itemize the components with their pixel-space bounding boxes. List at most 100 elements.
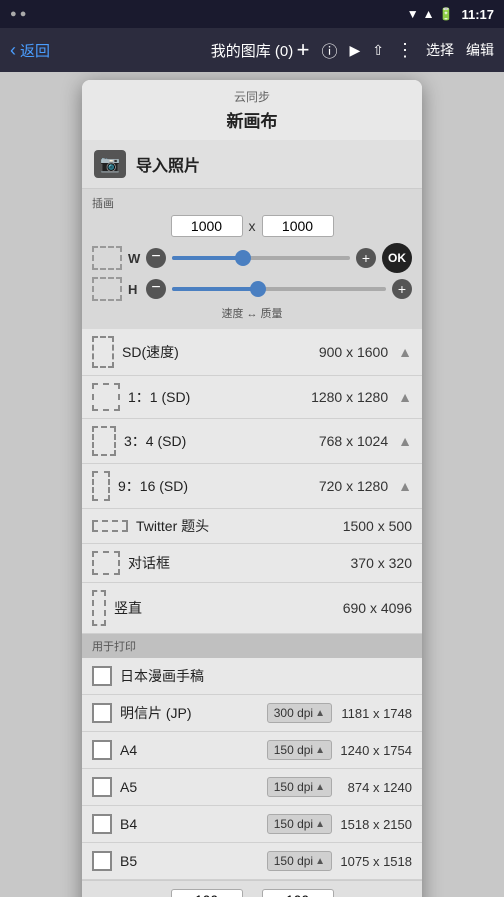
postcard-size: 1181 x 1748 bbox=[340, 706, 412, 721]
b4-checkbox[interactable] bbox=[92, 814, 112, 834]
h-label: H bbox=[128, 282, 140, 297]
list-item[interactable]: 3：4 (SD) 768 x 1024 ▲ bbox=[82, 419, 422, 464]
postcard-dpi-arrow: ▲ bbox=[315, 708, 325, 719]
preset-thumb-1x1 bbox=[92, 383, 120, 411]
h-slider-track[interactable] bbox=[172, 287, 386, 291]
status-left: ● ● bbox=[10, 8, 26, 20]
dialog-header: 云同步 新画布 bbox=[82, 80, 422, 140]
wifi-icon: ▼ bbox=[407, 7, 419, 21]
preset-size-vertical: 690 x 4096 bbox=[343, 600, 412, 616]
a5-checkbox[interactable] bbox=[92, 777, 112, 797]
a4-size: 1240 x 1754 bbox=[340, 743, 412, 758]
bottom-height-input[interactable] bbox=[262, 889, 334, 897]
a5-dpi-arrow: ▲ bbox=[315, 782, 325, 793]
b4-name: B4 bbox=[120, 816, 259, 832]
ok-button-1[interactable]: OK bbox=[382, 243, 412, 273]
bottom-size-row: x bbox=[92, 889, 412, 897]
w-plus-button[interactable]: + bbox=[356, 248, 376, 268]
b5-dpi-value: 150 dpi bbox=[274, 854, 313, 868]
list-item[interactable]: 对话框 370 x 320 bbox=[82, 544, 422, 583]
preset-arrow-1x1: ▲ bbox=[398, 389, 412, 405]
width-input[interactable] bbox=[171, 215, 243, 237]
edit-button[interactable]: 编辑 bbox=[466, 40, 494, 60]
share-button[interactable]: ⇧ bbox=[372, 42, 384, 59]
manga-checkbox[interactable] bbox=[92, 666, 112, 686]
list-item[interactable]: A5 150 dpi ▲ 874 x 1240 bbox=[82, 769, 422, 806]
preset-thumb-vertical bbox=[92, 590, 106, 626]
size-inputs-row: x bbox=[92, 215, 412, 237]
a4-dpi-value: 150 dpi bbox=[274, 743, 313, 757]
main-content: 云同步 新画布 📷 导入照片 插画 x W − bbox=[0, 72, 504, 897]
a5-dpi-button[interactable]: 150 dpi ▲ bbox=[267, 777, 332, 797]
h-thumb-preview bbox=[92, 277, 122, 301]
preset-arrow-9x16: ▲ bbox=[398, 478, 412, 494]
back-button[interactable]: ‹ 返回 bbox=[10, 40, 50, 61]
list-item[interactable]: 1：1 (SD) 1280 x 1280 ▲ bbox=[82, 376, 422, 419]
list-item[interactable]: B4 150 dpi ▲ 1518 x 2150 bbox=[82, 806, 422, 843]
b5-checkbox[interactable] bbox=[92, 851, 112, 871]
dialog-title: 新画布 bbox=[94, 107, 410, 132]
w-thumb-preview bbox=[92, 246, 122, 270]
back-label[interactable]: 返回 bbox=[20, 40, 50, 61]
postcard-name: 明信片 (JP) bbox=[120, 703, 259, 723]
b5-name: B5 bbox=[120, 853, 259, 869]
more-button[interactable]: ⋮ bbox=[396, 40, 414, 61]
preset-arrow-3x4: ▲ bbox=[398, 433, 412, 449]
preset-name-sd: SD(速度) bbox=[122, 342, 311, 362]
b5-size: 1075 x 1518 bbox=[340, 854, 412, 869]
preset-size-1x1: 1280 x 1280 bbox=[311, 389, 388, 405]
a4-checkbox[interactable] bbox=[92, 740, 112, 760]
h-minus-button[interactable]: − bbox=[146, 279, 166, 299]
back-chevron-icon: ‹ bbox=[10, 40, 16, 61]
preset-arrow-sd: ▲ bbox=[398, 344, 412, 360]
sync-label: 云同步 bbox=[94, 88, 410, 105]
preset-size-3x4: 768 x 1024 bbox=[319, 433, 388, 449]
preset-thumb-twitter bbox=[92, 520, 128, 532]
list-item[interactable]: 明信片 (JP) 300 dpi ▲ 1181 x 1748 bbox=[82, 695, 422, 732]
list-item[interactable]: B5 150 dpi ▲ 1075 x 1518 bbox=[82, 843, 422, 880]
preset-size-9x16: 720 x 1280 bbox=[319, 478, 388, 494]
w-slider-row: W − + OK bbox=[92, 243, 412, 273]
list-item[interactable]: 竖直 690 x 4096 bbox=[82, 583, 422, 634]
print-section-label: 用于打印 bbox=[92, 641, 136, 653]
new-canvas-dialog: 云同步 新画布 📷 导入照片 插画 x W − bbox=[82, 80, 422, 897]
w-minus-button[interactable]: − bbox=[146, 248, 166, 268]
nav-actions: + ⓘ ▶ ⇧ ⋮ 选择 编辑 bbox=[297, 37, 494, 63]
list-item[interactable]: Twitter 题头 1500 x 500 bbox=[82, 509, 422, 544]
b5-dpi-button[interactable]: 150 dpi ▲ bbox=[267, 851, 332, 871]
speed-quality-label: 速度 ↔ 质量 bbox=[92, 305, 412, 321]
list-item[interactable]: A4 150 dpi ▲ 1240 x 1754 bbox=[82, 732, 422, 769]
b4-dpi-button[interactable]: 150 dpi ▲ bbox=[267, 814, 332, 834]
b5-dpi-arrow: ▲ bbox=[315, 856, 325, 867]
preset-size-sd: 900 x 1600 bbox=[319, 344, 388, 360]
bottom-width-input[interactable] bbox=[171, 889, 243, 897]
postcard-dpi-button[interactable]: 300 dpi ▲ bbox=[267, 703, 332, 723]
signal-icon: ▲ bbox=[423, 7, 435, 21]
list-item[interactable]: 日本漫画手稿 bbox=[82, 658, 422, 695]
preset-thumb-9x16 bbox=[92, 471, 110, 501]
height-input[interactable] bbox=[262, 215, 334, 237]
list-item[interactable]: 9：16 (SD) 720 x 1280 ▲ bbox=[82, 464, 422, 509]
add-button[interactable]: + bbox=[297, 37, 310, 63]
list-item[interactable]: SD(速度) 900 x 1600 ▲ bbox=[82, 329, 422, 376]
play-button[interactable]: ▶ bbox=[349, 42, 360, 59]
a4-dpi-arrow: ▲ bbox=[315, 745, 325, 756]
select-button[interactable]: 选择 bbox=[426, 40, 454, 60]
h-slider-row: H − + bbox=[92, 277, 412, 301]
postcard-checkbox[interactable] bbox=[92, 703, 112, 723]
preset-name-1x1: 1：1 (SD) bbox=[128, 387, 303, 407]
a4-dpi-button[interactable]: 150 dpi ▲ bbox=[267, 740, 332, 760]
a5-dpi-value: 150 dpi bbox=[274, 780, 313, 794]
info-button[interactable]: ⓘ bbox=[321, 38, 337, 62]
h-plus-button[interactable]: + bbox=[392, 279, 412, 299]
preset-thumb-dialog bbox=[92, 551, 120, 575]
print-section-divider: 用于打印 bbox=[82, 634, 422, 658]
import-label: 导入照片 bbox=[136, 152, 200, 176]
import-section[interactable]: 📷 导入照片 bbox=[82, 140, 422, 189]
preset-size-twitter: 1500 x 500 bbox=[343, 518, 412, 534]
w-slider-track[interactable] bbox=[172, 256, 350, 260]
canvas-section: 插画 x W − + OK bbox=[82, 189, 422, 329]
preset-name-dialog: 对话框 bbox=[128, 553, 343, 573]
a4-name: A4 bbox=[120, 742, 259, 758]
bottom-controls: x mm inch OK bbox=[82, 880, 422, 897]
